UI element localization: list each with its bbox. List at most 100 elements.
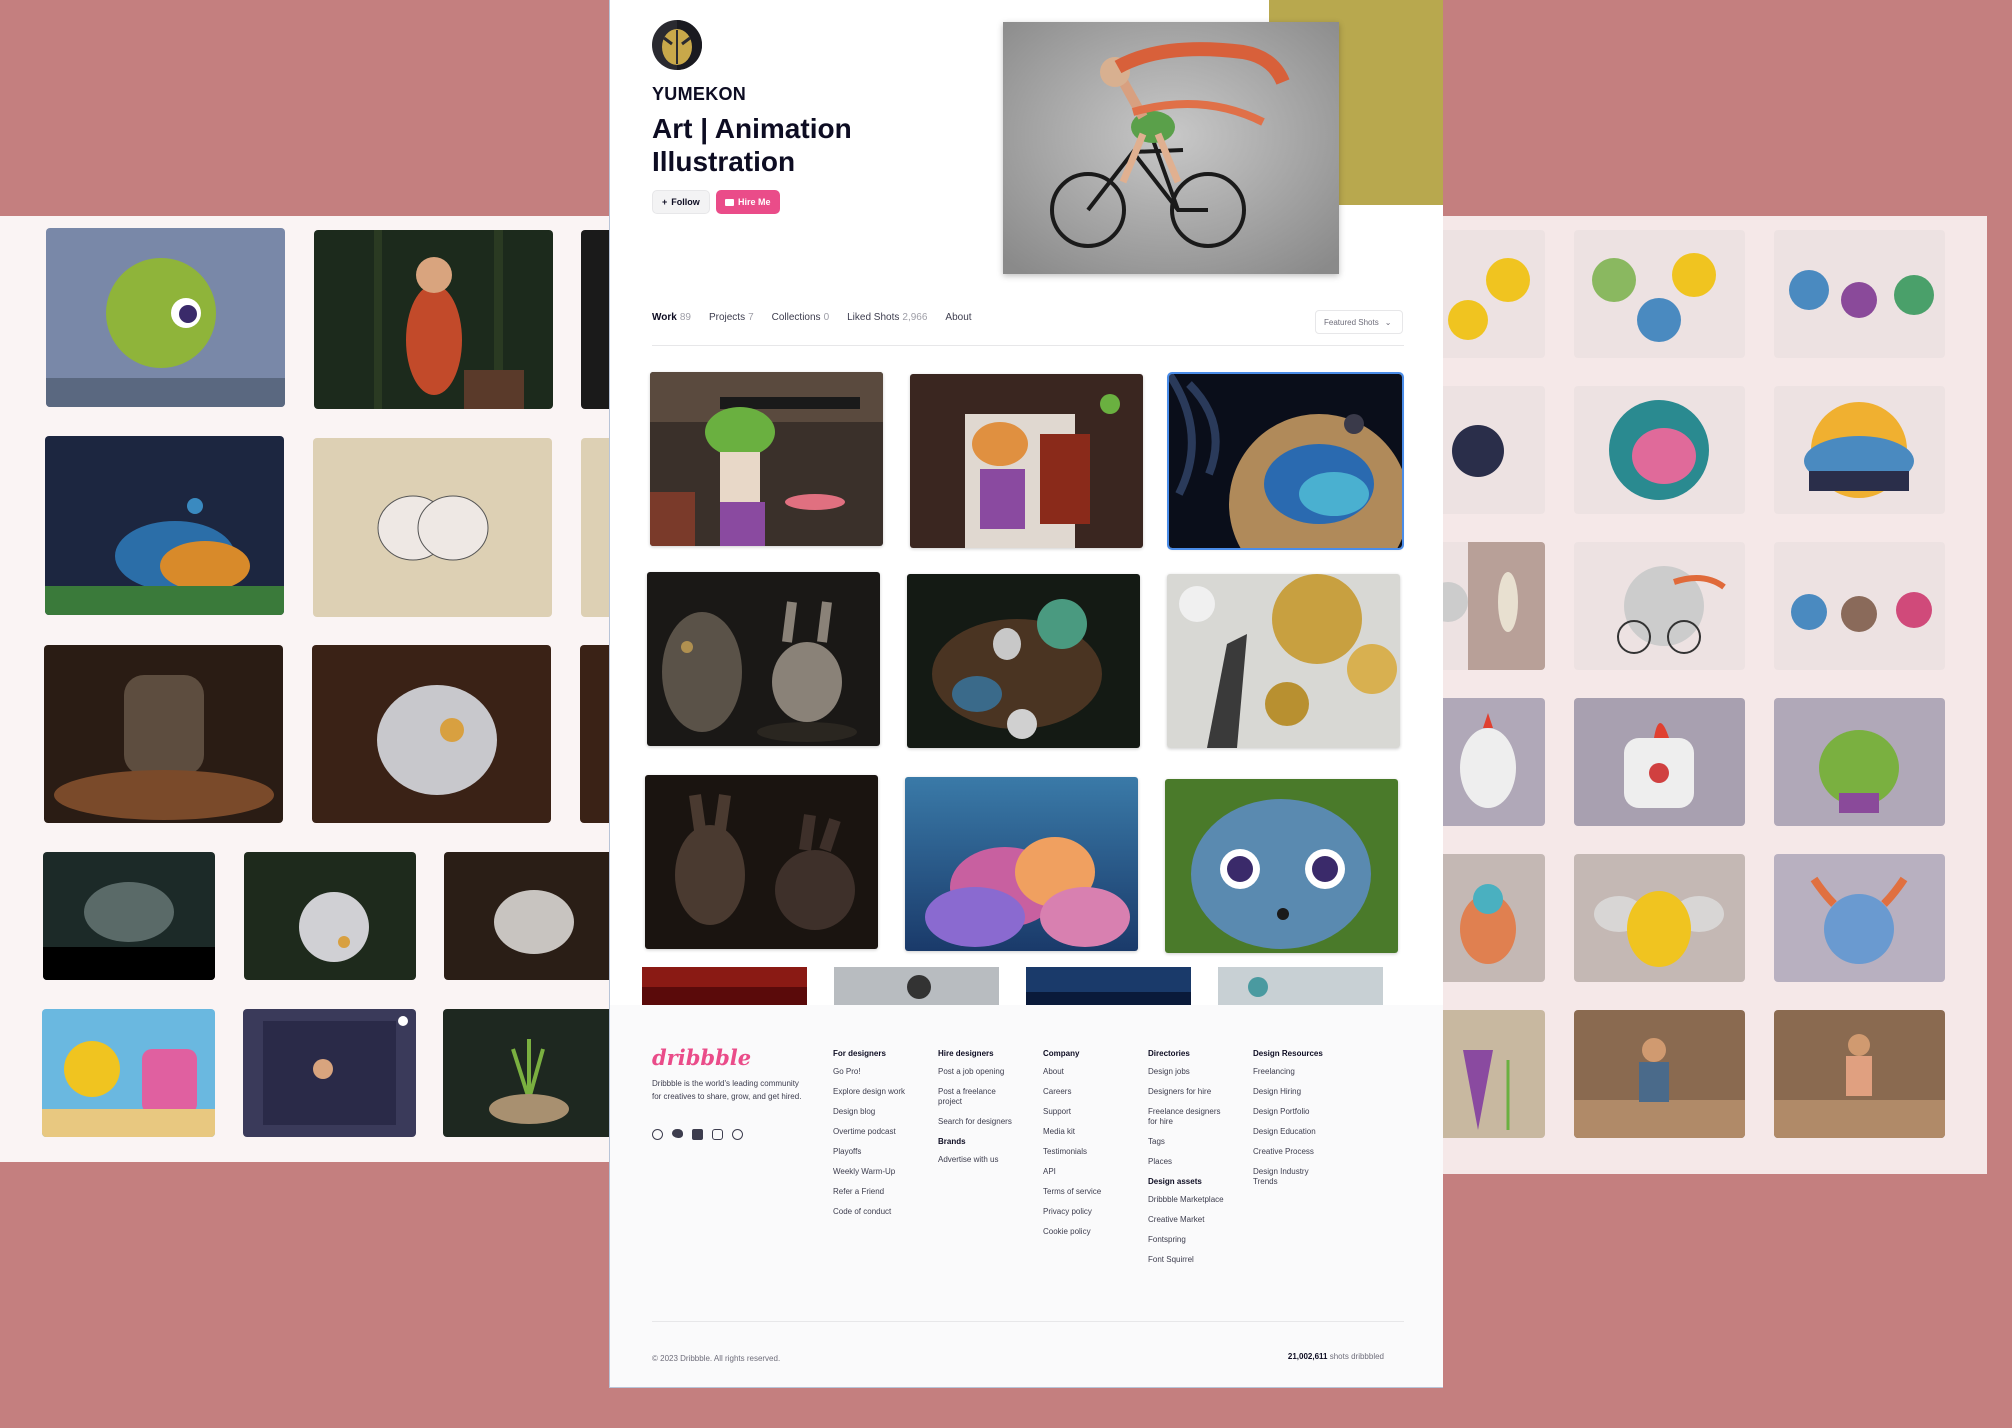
thumb-robot-chicken[interactable] <box>1574 698 1745 826</box>
footer-link[interactable]: Freelancing <box>1253 1067 1328 1077</box>
thumb-partial-1[interactable] <box>581 230 612 409</box>
thumb-white-cow[interactable] <box>244 852 416 980</box>
thumb-yellow-fish[interactable] <box>1438 230 1545 358</box>
footer-link[interactable]: Tags <box>1148 1137 1228 1147</box>
thumb-bunny-jar[interactable] <box>44 645 283 823</box>
shot-fuzzy-blue-creature[interactable] <box>1165 779 1398 953</box>
footer-link[interactable]: Font Squirrel <box>1148 1255 1228 1265</box>
thumb-white-creature[interactable] <box>444 852 612 980</box>
shot-gold-bubbles[interactable] <box>1167 574 1400 748</box>
thumb-green-ogre[interactable] <box>1774 698 1945 826</box>
thumb-blue-crab-monster[interactable] <box>1774 854 1945 982</box>
facebook-icon[interactable] <box>692 1129 703 1140</box>
footer-link[interactable]: Weekly Warm-Up <box>833 1167 933 1177</box>
instagram-icon[interactable] <box>712 1129 723 1140</box>
tab-work[interactable]: Work 89 <box>652 312 691 323</box>
dribbble-icon[interactable] <box>652 1129 663 1140</box>
shot-peacock-moon[interactable] <box>1167 372 1404 550</box>
copyright-text: © 2023 Dribbble. All rights reserved. <box>652 1354 781 1363</box>
shot-chocolate-bunnies[interactable] <box>647 572 880 746</box>
thumb-bicycle-girl[interactable] <box>1574 542 1745 670</box>
footer-link[interactable]: Overtime podcast <box>833 1127 933 1137</box>
footer-link[interactable]: About <box>1043 1067 1143 1077</box>
footer-link[interactable]: Playoffs <box>833 1147 933 1157</box>
footer-link[interactable]: Design Hiring <box>1253 1087 1328 1097</box>
footer-link[interactable]: Places <box>1148 1157 1228 1167</box>
footer-link[interactable]: Media kit <box>1043 1127 1143 1137</box>
footer-link[interactable]: Post a job opening <box>938 1067 1018 1077</box>
footer-link[interactable]: Careers <box>1043 1087 1143 1097</box>
shot-frog-donuts[interactable] <box>650 372 883 546</box>
thumb-porcelain-bird[interactable] <box>312 645 551 823</box>
footer-link[interactable]: Design Education <box>1253 1127 1328 1137</box>
footer-link[interactable]: Terms of service <box>1043 1187 1143 1197</box>
peek-shot-2[interactable] <box>834 967 999 1005</box>
thumb-sitting-man[interactable] <box>1574 1010 1745 1138</box>
shot-cat-fridge[interactable] <box>910 374 1143 548</box>
thumb-whale[interactable] <box>1774 386 1945 514</box>
footer-link[interactable]: Privacy policy <box>1043 1207 1143 1217</box>
footer-link[interactable]: Cookie policy <box>1043 1227 1143 1237</box>
footer-link[interactable]: Creative Process <box>1253 1147 1328 1157</box>
thumb-girl-bamboo[interactable] <box>314 230 553 409</box>
footer-link[interactable]: Advertise with us <box>938 1155 1018 1165</box>
follow-button[interactable]: + Follow <box>652 190 710 214</box>
thumb-standing-girl[interactable] <box>1438 542 1545 670</box>
footer-link[interactable]: Refer a Friend <box>833 1187 933 1197</box>
thumb-chicken[interactable] <box>1438 698 1545 826</box>
thumb-girl-frame[interactable] <box>243 1009 416 1137</box>
sort-select[interactable]: Featured Shots ⌄ <box>1315 310 1403 334</box>
peek-shot-1[interactable] <box>642 967 807 1005</box>
tab-projects[interactable]: Projects 7 <box>709 312 754 323</box>
thumb-yellow-fish-backpack[interactable] <box>42 1009 215 1137</box>
thumb-glass-bowl[interactable] <box>43 852 215 980</box>
footer-link[interactable]: Design Portfolio <box>1253 1107 1328 1117</box>
hero-shot-bicycle-girl[interactable] <box>1003 22 1339 274</box>
thumb-octopus-trio[interactable] <box>1774 230 1945 358</box>
tab-liked-shots[interactable]: Liked Shots 2,966 <box>847 312 927 323</box>
footer-link[interactable]: Freelance designers for hire <box>1148 1107 1228 1127</box>
footer-link[interactable]: Design blog <box>833 1107 933 1117</box>
footer-link[interactable]: API <box>1043 1167 1143 1177</box>
shot-bunnies-dark[interactable] <box>645 775 878 949</box>
footer-link[interactable]: Design jobs <box>1148 1067 1228 1077</box>
thumb-peacock[interactable] <box>45 436 284 615</box>
thumb-partial-2[interactable] <box>581 438 612 617</box>
footer-link[interactable]: Design Industry Trends <box>1253 1167 1328 1187</box>
footer-link[interactable]: Designers for hire <box>1148 1087 1228 1097</box>
shot-bunny-diorama[interactable] <box>907 574 1140 748</box>
peek-shot-4[interactable] <box>1218 967 1383 1005</box>
tab-collections[interactable]: Collections 0 <box>772 312 829 323</box>
footer-link[interactable]: Support <box>1043 1107 1143 1117</box>
pinterest-icon[interactable] <box>732 1129 743 1140</box>
thumb-seahorse[interactable] <box>1438 386 1545 514</box>
mail-icon <box>725 198 734 206</box>
designer-avatar[interactable] <box>652 20 702 70</box>
footer-link[interactable]: Testimonials <box>1043 1147 1143 1157</box>
footer-link[interactable]: Post a freelance project <box>938 1087 1018 1107</box>
hire-me-button[interactable]: Hire Me <box>716 190 780 214</box>
thumb-blob-shape[interactable] <box>313 438 552 617</box>
thumb-clown-duck[interactable] <box>1438 854 1545 982</box>
tab-about[interactable]: About <box>945 312 971 323</box>
thumb-plant-pot[interactable] <box>443 1009 612 1137</box>
footer-link[interactable]: Go Pro! <box>833 1067 933 1077</box>
dribbble-logo[interactable]: dribbble <box>652 1045 751 1070</box>
thumb-carrot[interactable] <box>1438 1010 1545 1138</box>
footer-link[interactable]: Search for designers <box>938 1117 1018 1127</box>
thumb-bee-duck[interactable] <box>1574 854 1745 982</box>
twitter-icon[interactable] <box>672 1129 683 1138</box>
thumb-monster-trio[interactable] <box>1774 542 1945 670</box>
peek-shot-3[interactable] <box>1026 967 1191 1005</box>
shot-flower-petals[interactable] <box>905 777 1138 951</box>
footer-link[interactable]: Creative Market <box>1148 1215 1228 1225</box>
thumb-partial-3[interactable] <box>580 645 612 823</box>
footer-link[interactable]: Fontspring <box>1148 1235 1228 1245</box>
thumb-sitting-woman[interactable] <box>1774 1010 1945 1138</box>
thumb-green-fuzzy-creature[interactable] <box>46 228 285 407</box>
thumb-pink-swan[interactable] <box>1574 386 1745 514</box>
footer-link[interactable]: Code of conduct <box>833 1207 933 1217</box>
footer-link[interactable]: Dribbble Marketplace <box>1148 1195 1228 1205</box>
footer-link[interactable]: Explore design work <box>833 1087 933 1097</box>
thumb-blue-fishes[interactable] <box>1574 230 1745 358</box>
